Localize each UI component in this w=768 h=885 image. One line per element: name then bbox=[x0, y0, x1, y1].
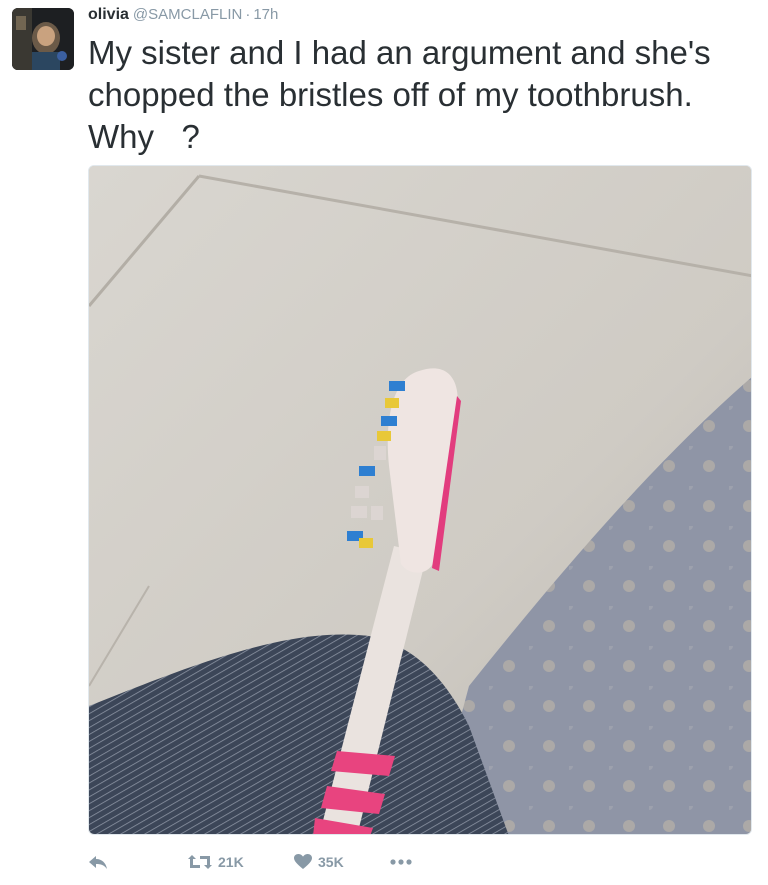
toothbrush-photo bbox=[89, 166, 751, 834]
more-button[interactable] bbox=[390, 859, 430, 865]
timestamp[interactable]: 17h bbox=[253, 6, 278, 23]
retweet-button[interactable]: 21K bbox=[188, 854, 294, 870]
reply-arrow-icon bbox=[89, 856, 107, 869]
avatar-image bbox=[12, 8, 74, 70]
retweet-icon bbox=[188, 855, 212, 869]
user-handle[interactable]: @SAMCLAFLIN bbox=[133, 6, 242, 23]
like-count: 35K bbox=[318, 854, 344, 870]
like-button[interactable]: 35K bbox=[294, 854, 390, 870]
tweet-photo[interactable] bbox=[88, 165, 752, 835]
tweet-header: olivia @SAMCLAFLIN · 17h bbox=[88, 6, 278, 24]
separator-dot: · bbox=[245, 6, 251, 23]
tweet-text: My sister and I had an argument and she'… bbox=[88, 34, 720, 155]
retweet-count: 21K bbox=[218, 854, 244, 870]
ellipsis-icon bbox=[390, 859, 412, 865]
display-name[interactable]: olivia bbox=[88, 6, 129, 23]
heart-icon bbox=[294, 854, 312, 869]
avatar[interactable] bbox=[12, 8, 74, 70]
reply-button[interactable] bbox=[88, 854, 188, 870]
tweet: olivia @SAMCLAFLIN · 17h My sister and I ha… bbox=[0, 0, 768, 885]
tweet-actions: 21K 35K bbox=[88, 850, 430, 874]
